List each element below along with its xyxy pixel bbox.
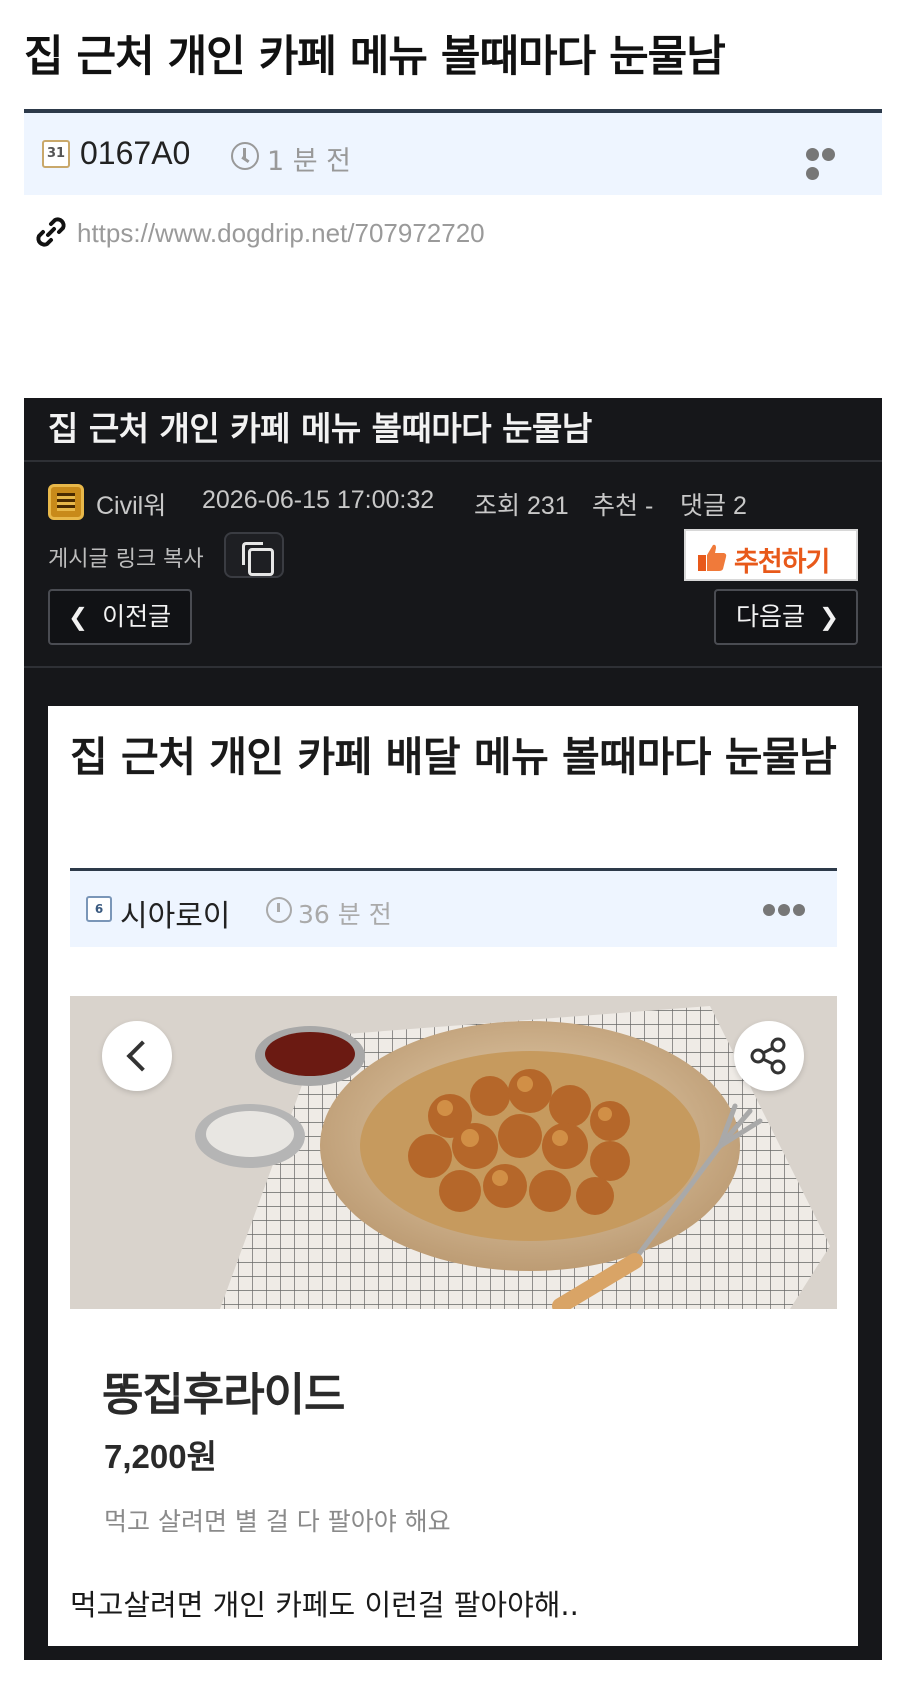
level-badge-icon: [48, 484, 84, 520]
embed-views: 조회 231: [474, 492, 569, 520]
share-icon: [750, 1037, 786, 1075]
thumbs-up-icon: [698, 544, 727, 571]
product-description: 먹고 살려면 별 걸 다 팔아야 해요: [104, 1507, 451, 1536]
source-url[interactable]: https://www.dogdrip.net/707972720: [77, 218, 485, 249]
inner-post-screenshot: 집 근처 개인 카페 배달 메뉴 볼때마다 눈물남 6 시아로이 36 분 전: [48, 706, 858, 1646]
embed-title: 집 근처 개인 카페 메뉴 볼때마다 눈물남: [48, 409, 592, 448]
link-icon: [36, 217, 66, 247]
embed-divider: [24, 666, 882, 668]
embed-recommend-count: 추천 -: [592, 492, 654, 520]
recommend-button[interactable]: 추천하기: [684, 529, 858, 581]
level-badge-icon: 6: [86, 896, 112, 922]
level-badge-icon: 31: [42, 140, 70, 168]
more-options-icon[interactable]: [763, 901, 809, 917]
post-time: 1 분 전: [267, 146, 352, 177]
share-button[interactable]: [734, 1021, 804, 1091]
clock-icon: [231, 142, 259, 170]
product-price: 7,200원: [104, 1438, 217, 1475]
embed-comment-count: 댓글 2: [680, 492, 747, 520]
clock-icon: [266, 897, 292, 923]
embedded-post-screenshot: 집 근처 개인 카페 메뉴 볼때마다 눈물남 Civil워 2026-06-15…: [24, 398, 882, 1660]
fried-gizzard-photo: [70, 996, 837, 1309]
recommend-label: 추천하기: [734, 547, 830, 578]
chevron-right-icon: ❯: [818, 603, 840, 631]
next-post-button[interactable]: 다음글 ❯: [714, 589, 858, 645]
inner-post-title: 집 근처 개인 카페 배달 메뉴 볼때마다 눈물남: [70, 733, 837, 781]
copy-icon[interactable]: [224, 532, 284, 578]
product-name: 똥집후라이드: [102, 1368, 345, 1421]
embed-author[interactable]: Civil워: [96, 486, 166, 522]
post-meta-bar: 31 0167A0 1 분 전: [24, 113, 882, 195]
product-image: [70, 996, 837, 1309]
inner-author-name[interactable]: 시아로이: [120, 891, 230, 935]
embed-divider: [24, 460, 882, 462]
author-name[interactable]: 0167A0: [80, 135, 190, 172]
copy-link-label: 게시글 링크 복사: [48, 547, 204, 572]
inner-meta-bar: 6 시아로이 36 분 전: [70, 871, 837, 947]
prev-post-label: 이전글: [102, 602, 172, 631]
post-body-text: 먹고살려면 개인 카페도 이런걸 팔아야해..: [70, 1588, 579, 1622]
image-prev-button[interactable]: [102, 1021, 172, 1091]
prev-post-button[interactable]: ❮ 이전글: [48, 589, 192, 645]
embed-datetime: 2026-06-15 17:00:32: [202, 486, 435, 514]
chevron-left-icon: ❮: [68, 603, 89, 631]
inner-post-time: 36 분 전: [298, 900, 392, 929]
next-post-label: 다음글: [736, 602, 806, 631]
more-options-icon[interactable]: [806, 146, 852, 180]
page-title: 집 근처 개인 카페 메뉴 볼때마다 눈물남: [24, 32, 726, 82]
